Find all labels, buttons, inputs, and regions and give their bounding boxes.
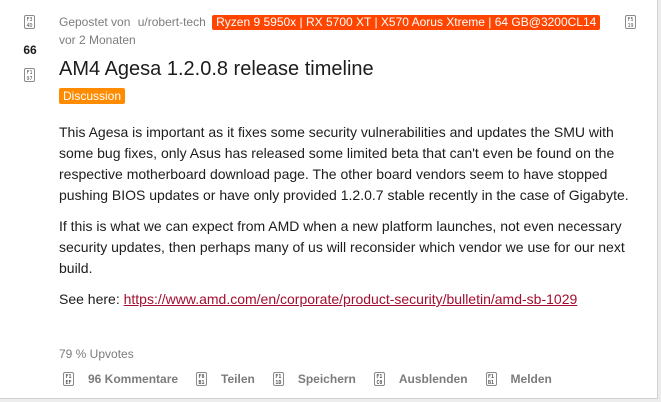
- body-paragraph: If this is what we can expect from AMD w…: [59, 218, 625, 276]
- save-button[interactable]: F1 1D Speichern: [272, 372, 356, 386]
- upvote-icon[interactable]: F3 4D: [24, 15, 35, 29]
- post-body: This Agesa is important as it fixes some…: [59, 122, 639, 320]
- share-label: Teilen: [221, 372, 255, 386]
- upvote-ratio: 79 % Upvotes: [59, 347, 134, 361]
- body-link-line: See here: https://www.amd.com/en/corpora…: [59, 289, 639, 310]
- share-icon: F8 B1: [196, 372, 208, 386]
- hide-icon: F1 C0: [373, 372, 385, 386]
- post-flair-tag[interactable]: Discussion: [59, 88, 126, 104]
- vote-score: 66: [23, 43, 37, 57]
- see-here-label: See here:: [59, 291, 120, 307]
- downvote-icon[interactable]: F1 97: [24, 68, 35, 82]
- vote-column: F3 4D 66 F1 97: [0, 0, 60, 398]
- report-label: Melden: [510, 372, 552, 386]
- author-link[interactable]: u/robert-tech: [138, 15, 206, 29]
- hide-label: Ausblenden: [398, 372, 468, 386]
- post-meta: Gepostet von u/robert-tech Ryzen 9 5950x…: [59, 15, 601, 30]
- comments-button[interactable]: F1 EF 96 Kommentare: [63, 372, 178, 386]
- flag-icon: F1 B1: [485, 372, 497, 386]
- hide-button[interactable]: F1 C0 Ausblenden: [373, 372, 468, 386]
- comment-icon: F1 EF: [63, 372, 74, 386]
- post-actions: F1 EF 96 Kommentare F8 B1 Teilen F1 1D S…: [63, 370, 570, 388]
- bookmark-icon: F1 1D: [272, 372, 284, 386]
- more-options-icon[interactable]: F5 19: [625, 15, 636, 29]
- post-time[interactable]: vor 2 Monaten: [59, 33, 136, 47]
- save-label: Speichern: [297, 372, 356, 386]
- report-button[interactable]: F1 B1 Melden: [485, 372, 552, 386]
- post-title: AM4 Agesa 1.2.0.8 release timeline: [59, 58, 374, 80]
- author-flair: Ryzen 9 5950x | RX 5700 XT | X570 Aorus …: [212, 15, 601, 30]
- body-paragraph: This Agesa is important as it fixes some…: [59, 124, 629, 203]
- post-card: F3 4D 66 F1 97 Gepostet von u/robert-tec…: [0, 0, 658, 399]
- share-button[interactable]: F8 B1 Teilen: [196, 372, 255, 386]
- posted-by-label: Gepostet von: [59, 15, 131, 29]
- security-bulletin-link[interactable]: https://www.amd.com/en/corporate/product…: [124, 291, 578, 307]
- comments-label: 96 Kommentare: [88, 372, 179, 386]
